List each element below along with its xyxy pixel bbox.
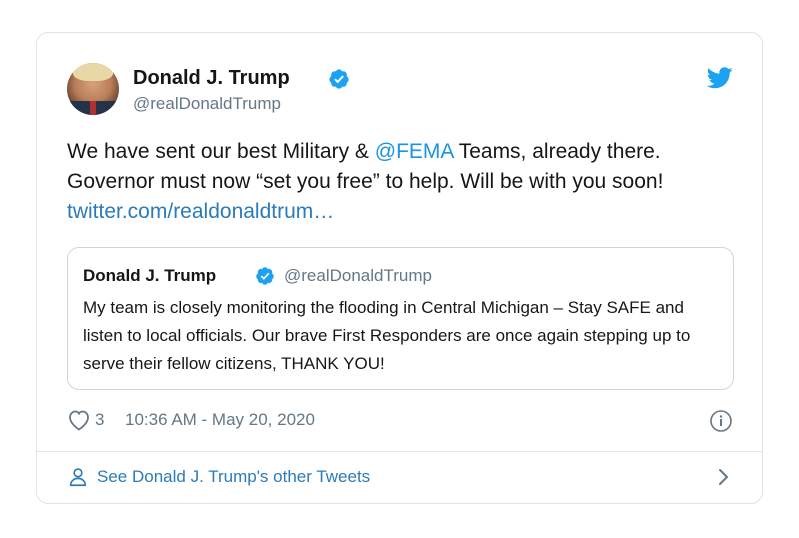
see-other-tweets-link[interactable]: See Donald J. Trump's other Tweets — [67, 465, 734, 489]
quoted-tweet-text: My team is closely monitoring the floodi… — [83, 298, 691, 373]
quoted-tweet[interactable]: Donald J. Trump @realDonaldTrump My team… — [67, 247, 734, 390]
author-name[interactable]: Donald J. Trump — [133, 67, 290, 90]
verified-badge-icon — [255, 266, 275, 291]
tweet-text-part1: We have sent our best Military & — [67, 140, 375, 163]
heart-icon[interactable] — [67, 409, 91, 436]
fema-mention-link[interactable]: @FEMA — [375, 140, 454, 163]
author-avatar[interactable] — [67, 63, 119, 115]
see-other-tweets-label[interactable]: See Donald J. Trump's other Tweets — [97, 467, 370, 487]
tweet-text: We have sent our best Military & @FEMA T… — [67, 137, 747, 227]
tweet-timestamp[interactable]: 10:36 AM - May 20, 2020 — [125, 410, 315, 430]
author-handle[interactable]: @realDonaldTrump — [133, 94, 281, 114]
divider — [37, 451, 762, 452]
like-count[interactable]: 3 — [95, 410, 104, 430]
verified-badge-icon — [328, 68, 350, 95]
twitter-bird-icon[interactable] — [706, 67, 733, 94]
chevron-right-icon[interactable] — [717, 467, 731, 492]
tweet-link[interactable]: twitter.com/realdonaldtrum… — [67, 200, 334, 223]
tweet-card: Donald J. Trump @realDonaldTrump We have… — [36, 32, 763, 504]
person-icon — [67, 466, 89, 493]
info-icon[interactable] — [709, 409, 733, 438]
quoted-author-name: Donald J. Trump — [83, 266, 217, 285]
quoted-author-handle: @realDonaldTrump — [284, 266, 432, 285]
